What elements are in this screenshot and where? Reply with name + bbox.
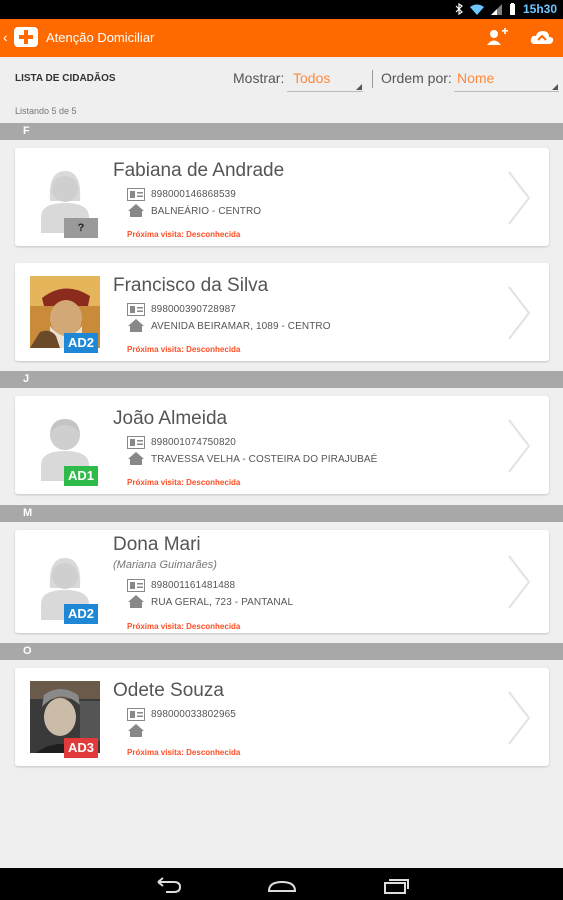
dropdown-caret-icon [552,84,558,90]
citizen-name: Fabiana de Andrade [113,160,285,181]
chevron-right-icon [508,691,531,745]
filter-divider [372,70,373,88]
show-filter-value: Todos [293,70,331,86]
nav-home-button[interactable] [267,876,297,894]
care-level-badge: AD3 [64,738,98,758]
signal-icon [490,3,502,15]
home-icon [128,724,144,737]
chevron-right-icon [508,555,531,609]
bluetooth-icon [455,3,463,15]
citizen-card-number: 898001074750820 [151,437,236,448]
home-icon [128,319,144,332]
add-user-icon [487,28,508,45]
citizen-name: João Almeida [113,408,228,429]
care-level-badge: AD1 [64,466,98,486]
id-card-icon [127,303,145,316]
app-logo-icon[interactable] [14,27,38,47]
section-header-j: J [0,371,563,388]
care-level-badge: AD2 [64,604,98,624]
back-chevron-icon[interactable]: ‹ [3,29,8,45]
citizen-name: Odete Souza [113,680,224,701]
home-icon [128,595,144,608]
add-user-button[interactable] [485,27,509,49]
care-level-badge: ? [64,218,98,238]
recents-icon [384,879,409,894]
home-nav-icon [267,880,297,892]
citizen-card[interactable]: AD3 Odete Souza 898000033802965 Próxima … [15,668,549,766]
citizen-card-number: 898000146868539 [151,189,236,200]
wifi-icon [469,4,484,15]
next-visit: Próxima visita: Desconhecida [127,748,241,757]
battery-icon [509,3,515,15]
action-bar: ‹ Atenção Domiciliar [0,19,563,57]
citizen-card-number: 898000033802965 [151,709,236,720]
nav-recents-button[interactable] [382,876,412,894]
home-icon [128,452,144,465]
chevron-right-icon [508,286,531,340]
citizen-address: TRAVESSA VELHA - COSTEIRA DO PIRAJUBAÉ [151,454,378,465]
order-by-value: Nome [457,70,495,86]
citizen-card-number: 898001161481488 [151,580,236,591]
status-bar: 15h30 [0,0,563,19]
chevron-right-icon [508,171,531,225]
next-visit: Próxima visita: Desconhecida [127,345,241,354]
citizen-card[interactable]: AD2 Francisco da Silva 898000390728987 A… [15,263,549,361]
next-visit: Próxima visita: Desconhecida [127,230,241,239]
home-icon [128,204,144,217]
nav-back-button[interactable] [154,876,184,894]
order-by-select[interactable]: Nome [454,70,559,92]
citizen-address: AVENIDA BEIRAMAR, 1089 - CENTRO [151,321,331,332]
citizen-name: Dona Mari [113,534,201,555]
next-visit: Próxima visita: Desconhecida [127,622,241,631]
system-nav-bar [0,868,563,900]
app-title: Atenção Domiciliar [46,30,155,45]
citizen-address: RUA GERAL, 723 - PANTANAL [151,597,294,608]
list-count: Listando 5 de 5 [15,106,77,116]
list-title: LISTA DE CIDADÃOS [15,73,116,84]
citizen-card-number: 898000390728987 [151,304,236,315]
next-visit: Próxima visita: Desconhecida [127,478,241,487]
citizen-address: BALNEÁRIO - CENTRO [151,206,262,217]
id-card-icon [127,579,145,592]
order-label: Ordem por: [381,70,452,86]
id-card-icon [127,436,145,449]
citizen-alias: (Mariana Guimarães) [113,559,217,571]
citizen-card[interactable]: AD1 João Almeida 898001074750820 TRAVESS… [15,396,549,494]
cloud-sync-icon [530,31,554,44]
section-header-f: F [0,123,563,140]
citizen-card[interactable]: ? Fabiana de Andrade 898000146868539 BAL… [15,148,549,246]
id-card-icon [127,188,145,201]
show-label: Mostrar: [233,70,285,86]
dropdown-caret-icon [356,84,362,90]
status-time: 15h30 [522,2,557,16]
chevron-right-icon [508,419,531,473]
citizen-name: Francisco da Silva [113,275,269,296]
section-header-m: M [0,505,563,522]
citizen-card[interactable]: AD2 Dona Mari (Mariana Guimarães) 898001… [15,530,549,633]
id-card-icon [127,708,145,721]
filter-bar: LISTA DE CIDADÃOS Mostrar: Todos Ordem p… [0,57,563,99]
care-level-badge: AD2 [64,333,98,353]
section-header-o: O [0,643,563,660]
back-arrow-icon [157,877,182,893]
sync-button[interactable] [530,27,554,49]
show-filter-select[interactable]: Todos [287,70,363,92]
